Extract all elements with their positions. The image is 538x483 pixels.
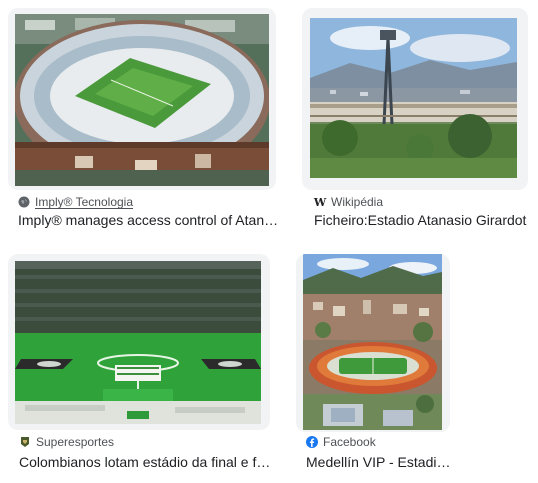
result-source[interactable]: Superesportes bbox=[19, 434, 114, 450]
image-result-card[interactable]: W Wikipédia Ficheiro:Estadio Atanasio Gi… bbox=[302, 8, 532, 238]
result-source[interactable]: Imply® Tecnologia bbox=[18, 194, 133, 210]
result-caption[interactable]: Imply® manages access control of Atanasi… bbox=[18, 210, 280, 230]
image-thumbnail-frame[interactable] bbox=[8, 254, 270, 430]
source-label[interactable]: Superesportes bbox=[36, 435, 114, 449]
stadium-crowd-photo[interactable] bbox=[15, 261, 261, 424]
stadium-aerial-photo[interactable] bbox=[15, 14, 269, 186]
source-label[interactable]: Wikipédia bbox=[331, 195, 383, 209]
source-label[interactable]: Facebook bbox=[323, 435, 376, 449]
image-result-card[interactable]: Facebook Medellín VIP - Estadio Atanasio… bbox=[296, 254, 532, 476]
result-source[interactable]: W Wikipédia bbox=[314, 194, 383, 210]
wikipedia-icon: W bbox=[313, 195, 327, 209]
image-result-card[interactable]: Imply® Tecnologia Imply® manages access … bbox=[8, 8, 280, 238]
source-label[interactable]: Imply® Tecnologia bbox=[35, 195, 133, 209]
result-caption[interactable]: Colombianos lotam estádio da final e faz… bbox=[19, 452, 277, 472]
facebook-icon bbox=[306, 436, 318, 448]
superesportes-icon bbox=[19, 436, 31, 448]
globe-icon bbox=[18, 196, 30, 208]
image-result-card[interactable]: Superesportes Colombianos lotam estádio … bbox=[8, 254, 284, 476]
result-caption[interactable]: Ficheiro:Estadio Atanasio Girardot bbox=[314, 210, 530, 230]
result-source[interactable]: Facebook bbox=[306, 434, 376, 450]
image-thumbnail-frame[interactable] bbox=[8, 8, 276, 190]
result-caption[interactable]: Medellín VIP - Estadio Atanasio Girardot bbox=[306, 452, 454, 472]
image-thumbnail-frame[interactable] bbox=[302, 8, 528, 190]
city-stadium-aerial-photo[interactable] bbox=[303, 254, 442, 430]
image-thumbnail-frame[interactable] bbox=[296, 254, 450, 432]
stadium-floodlight-photo[interactable] bbox=[310, 18, 517, 178]
